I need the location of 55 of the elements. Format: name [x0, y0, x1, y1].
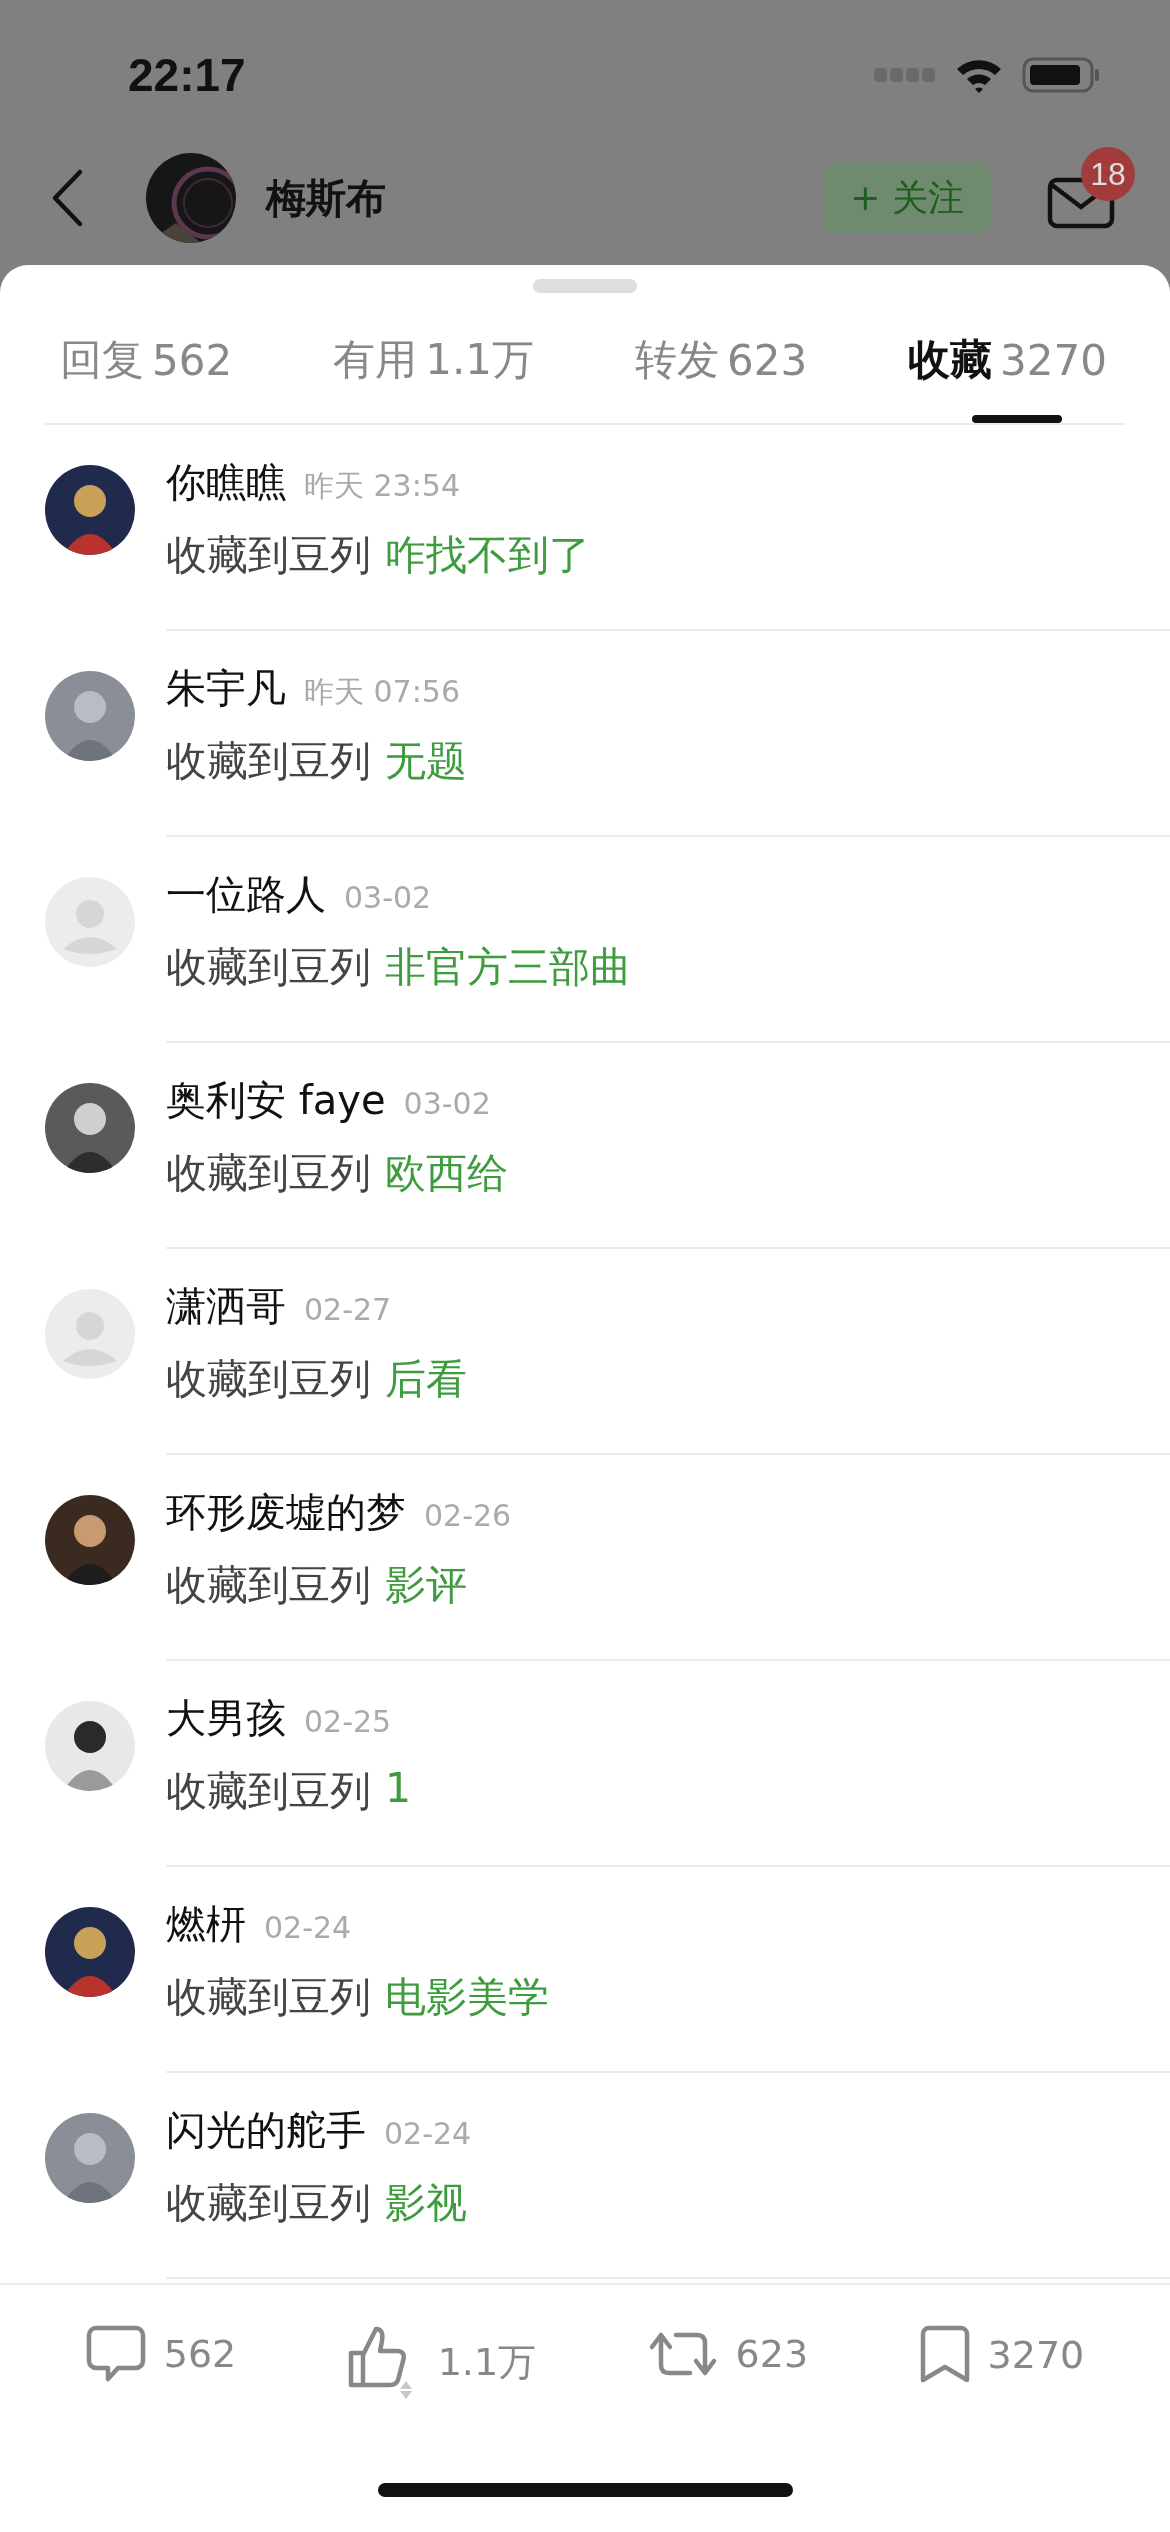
user-name[interactable]: 闪光的舵手 — [166, 2103, 366, 2158]
count-label: 623 — [735, 2332, 809, 2376]
default-avatar-icon — [45, 1289, 135, 1379]
timestamp: 昨天 23:54 — [304, 467, 460, 505]
tab[interactable]: 转发 623 — [634, 293, 808, 423]
doulist-link[interactable]: 无题 — [385, 734, 467, 789]
user-name[interactable]: 潇洒哥 — [166, 1279, 286, 1334]
timestamp: 03-02 — [344, 880, 432, 915]
tab[interactable]: 有用 1.1万 — [333, 293, 534, 423]
user-name[interactable]: 奥利安 faye — [166, 1073, 386, 1128]
comment-icon[interactable] — [85, 2325, 146, 2383]
back-icon[interactable] — [50, 168, 84, 228]
user-name[interactable]: 环形废墟的梦 — [166, 1485, 406, 1540]
bookmark-icon[interactable] — [919, 2325, 970, 2385]
doulist-link[interactable]: 非官方三部曲 — [385, 940, 631, 995]
user-name[interactable]: 燃枅 — [166, 1897, 246, 1952]
timestamp: 03-02 — [403, 1086, 491, 1121]
doulist-link[interactable]: 欧西给 — [385, 1146, 508, 1201]
timestamp: 02-24 — [264, 1910, 352, 1945]
timestamp: 02-26 — [424, 1498, 512, 1533]
count-label: 1.1万 — [437, 2338, 537, 2386]
action-text: 收藏到豆列 — [166, 530, 371, 581]
user-name[interactable]: 一位路人 — [166, 867, 326, 922]
action-text: 收藏到豆列 — [166, 1354, 371, 1405]
user-name[interactable]: 你瞧瞧 — [166, 455, 286, 510]
timestamp: 02-25 — [304, 1704, 392, 1739]
action-text: 收藏到豆列 — [166, 1148, 371, 1199]
tab[interactable]: 回复 562 — [60, 293, 233, 423]
timestamp: 02-27 — [304, 1292, 392, 1327]
default-avatar-icon — [45, 877, 135, 967]
action-text: 收藏到豆列 — [166, 736, 371, 787]
doulist-link[interactable]: 咋找不到了 — [385, 528, 590, 583]
user-name[interactable]: 大男孩 — [166, 1691, 286, 1746]
follow-button[interactable]: + 关注 — [823, 162, 991, 234]
notification-badge: 18 — [1081, 147, 1135, 201]
doulist-link[interactable]: 后看 — [385, 1352, 467, 1407]
drag-handle[interactable] — [533, 279, 637, 293]
action-text: 收藏到豆列 — [166, 1560, 371, 1611]
timestamp: 昨天 07:56 — [304, 673, 460, 711]
doulist-link[interactable]: 影视 — [385, 2176, 467, 2231]
action-text: 收藏到豆列 — [166, 1972, 371, 2023]
doulist-link[interactable]: 影评 — [385, 1558, 467, 1613]
battery-icon — [1022, 56, 1102, 94]
doulist-link[interactable]: 1 — [385, 1764, 412, 1819]
action-text: 收藏到豆列 — [166, 2178, 371, 2229]
action-text: 收藏到豆列 — [166, 1766, 371, 1817]
action-text: 收藏到豆列 — [166, 942, 371, 993]
user-name: 梅斯布 — [266, 173, 387, 223]
tab[interactable]: 收藏 3270 — [908, 293, 1107, 423]
timestamp: 02-24 — [384, 2116, 472, 2151]
count-label: 3270 — [987, 2333, 1085, 2377]
count-label: 562 — [163, 2332, 237, 2376]
user-name[interactable]: 朱宇凡 — [166, 661, 286, 716]
status-time: 22:17 — [128, 48, 246, 102]
doulist-link[interactable]: 电影美学 — [385, 1970, 549, 2025]
